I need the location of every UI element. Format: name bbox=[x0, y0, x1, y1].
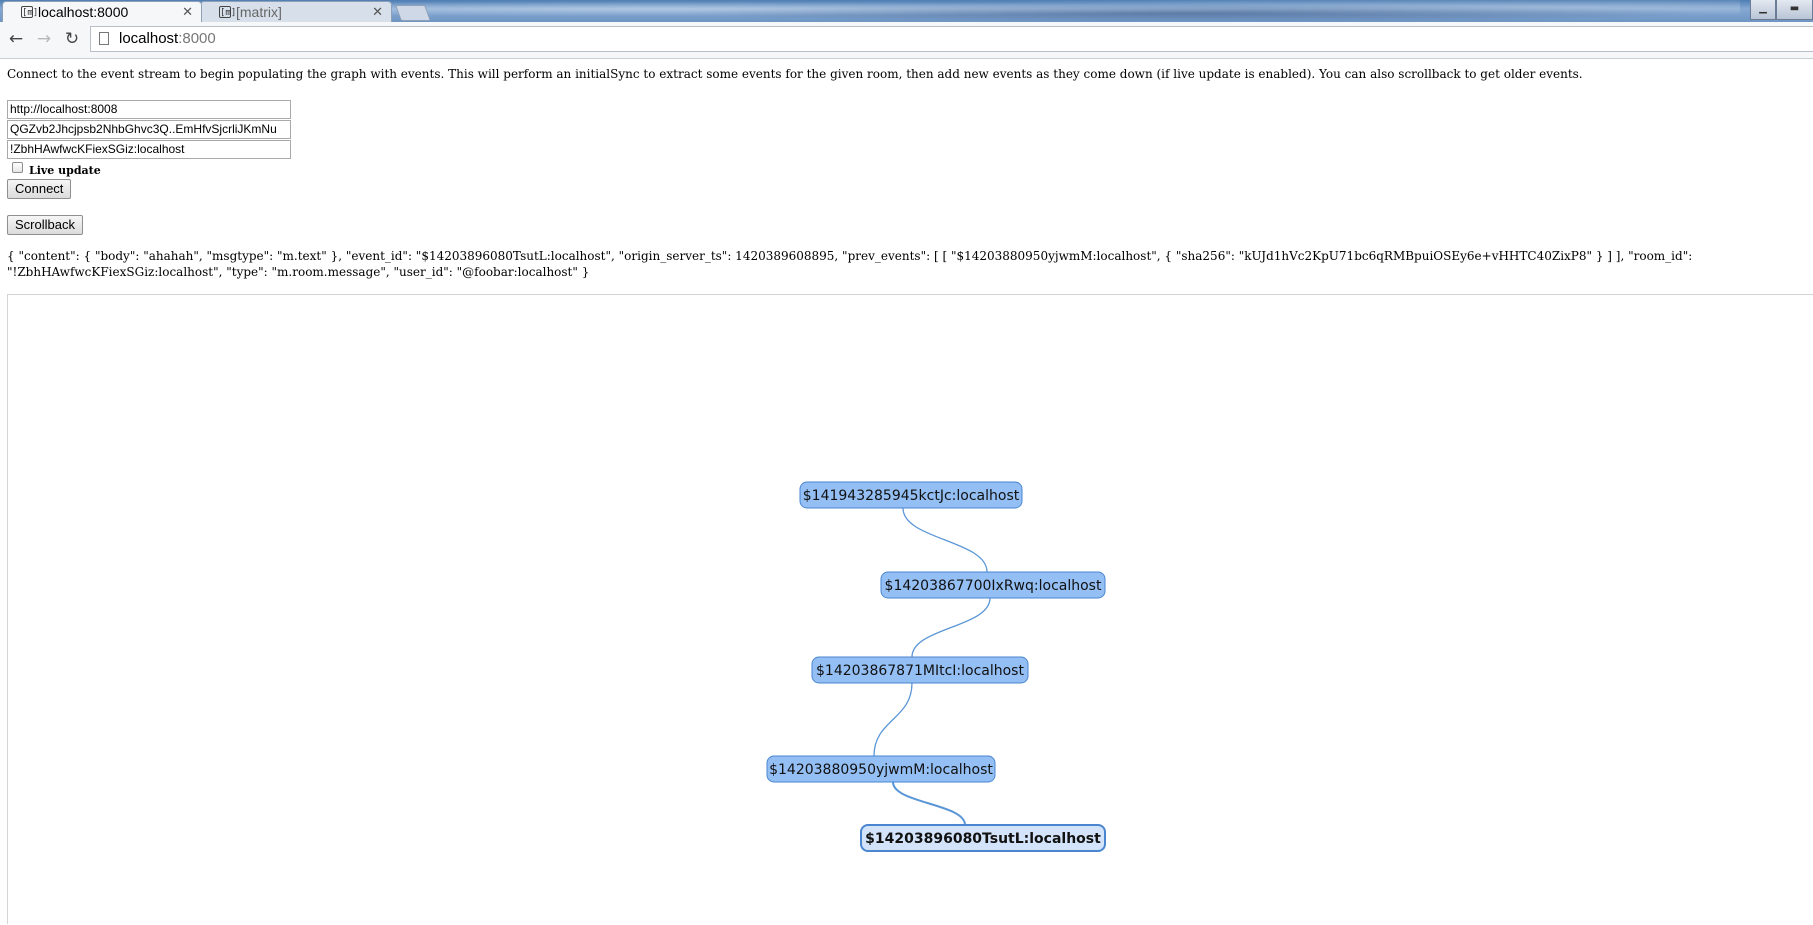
live-update-checkbox[interactable] bbox=[12, 162, 23, 173]
tab-localhost[interactable]: [m] localhost:8000 ✕ bbox=[2, 1, 202, 22]
window-menu-button[interactable]: ▬ bbox=[1776, 0, 1813, 20]
address-port: :8000 bbox=[178, 30, 216, 47]
minimize-button[interactable]: ▁ bbox=[1750, 0, 1776, 20]
event-graph[interactable]: $141943285945kctJc:localhost $14203867700… bbox=[7, 294, 1813, 924]
access-token-input[interactable]: QGZvb2Jhcjpsb2NhbGhvc3Q..EmHfvSjcrliJKmN… bbox=[7, 120, 291, 139]
back-arrow-icon[interactable]: ← bbox=[5, 28, 27, 50]
graph-node[interactable]: $14203867700IxRwq:localhost bbox=[880, 571, 1106, 599]
browser-toolbar: ← → ↻ localhost:8000 bbox=[0, 22, 1813, 59]
graph-node[interactable]: $14203867871MItcI:localhost bbox=[811, 656, 1029, 684]
window-background bbox=[380, 0, 1740, 22]
graph-edge bbox=[892, 781, 966, 826]
close-icon[interactable]: ✕ bbox=[372, 5, 383, 20]
reload-icon[interactable]: ↻ bbox=[61, 28, 83, 50]
graph-node-label: $141943285945kctJc:localhost bbox=[803, 488, 1020, 504]
graph-node[interactable]: $14203880950yjwmM:localhost bbox=[766, 755, 996, 783]
graph-edge bbox=[873, 682, 913, 757]
tab-matrix[interactable]: [m] [matrix] ✕ bbox=[200, 1, 392, 22]
graph-node-label: $14203867700IxRwq:localhost bbox=[885, 578, 1102, 594]
server-url-input[interactable]: http://localhost:8008 bbox=[7, 100, 291, 119]
graph-node[interactable]: $141943285945kctJc:localhost bbox=[799, 481, 1023, 509]
connect-button[interactable]: Connect bbox=[7, 179, 72, 199]
graph-edge bbox=[902, 507, 988, 573]
new-tab-button[interactable] bbox=[395, 5, 431, 21]
matrix-favicon-icon: [m] bbox=[21, 6, 39, 18]
live-update-label: Live update bbox=[29, 164, 101, 177]
event-json: { "content": { "body": "ahahah", "msgtyp… bbox=[7, 249, 1693, 279]
graph-node-label: $14203896080TsutL:localhost bbox=[865, 831, 1101, 847]
intro-text: Connect to the event stream to begin pop… bbox=[7, 67, 1583, 81]
graph-node[interactable]: $14203896080TsutL:localhost bbox=[860, 824, 1106, 852]
page-icon bbox=[99, 32, 109, 45]
room-id-input[interactable]: !ZbhHAwfwcKFiexSGiz:localhost bbox=[7, 140, 291, 159]
close-icon[interactable]: ✕ bbox=[182, 5, 193, 20]
graph-node-label: $14203880950yjwmM:localhost bbox=[769, 762, 993, 778]
address-host: localhost bbox=[119, 30, 179, 47]
tab-title: localhost:8000 bbox=[38, 4, 129, 20]
tab-strip: [m] localhost:8000 ✕ [m] [matrix] ✕ ▁ ▬ bbox=[0, 0, 1813, 22]
address-bar[interactable]: localhost:8000 bbox=[90, 26, 1813, 52]
scrollback-button[interactable]: Scrollback bbox=[7, 215, 83, 235]
matrix-favicon-icon: [m] bbox=[219, 6, 237, 18]
tab-title: [matrix] bbox=[236, 4, 282, 20]
event-graph-canvas: $141943285945kctJc:localhost $14203867700… bbox=[766, 481, 1106, 852]
forward-arrow-icon[interactable]: → bbox=[33, 28, 55, 50]
graph-node-label: $14203867871MItcI:localhost bbox=[816, 663, 1024, 679]
graph-edge bbox=[911, 597, 991, 658]
